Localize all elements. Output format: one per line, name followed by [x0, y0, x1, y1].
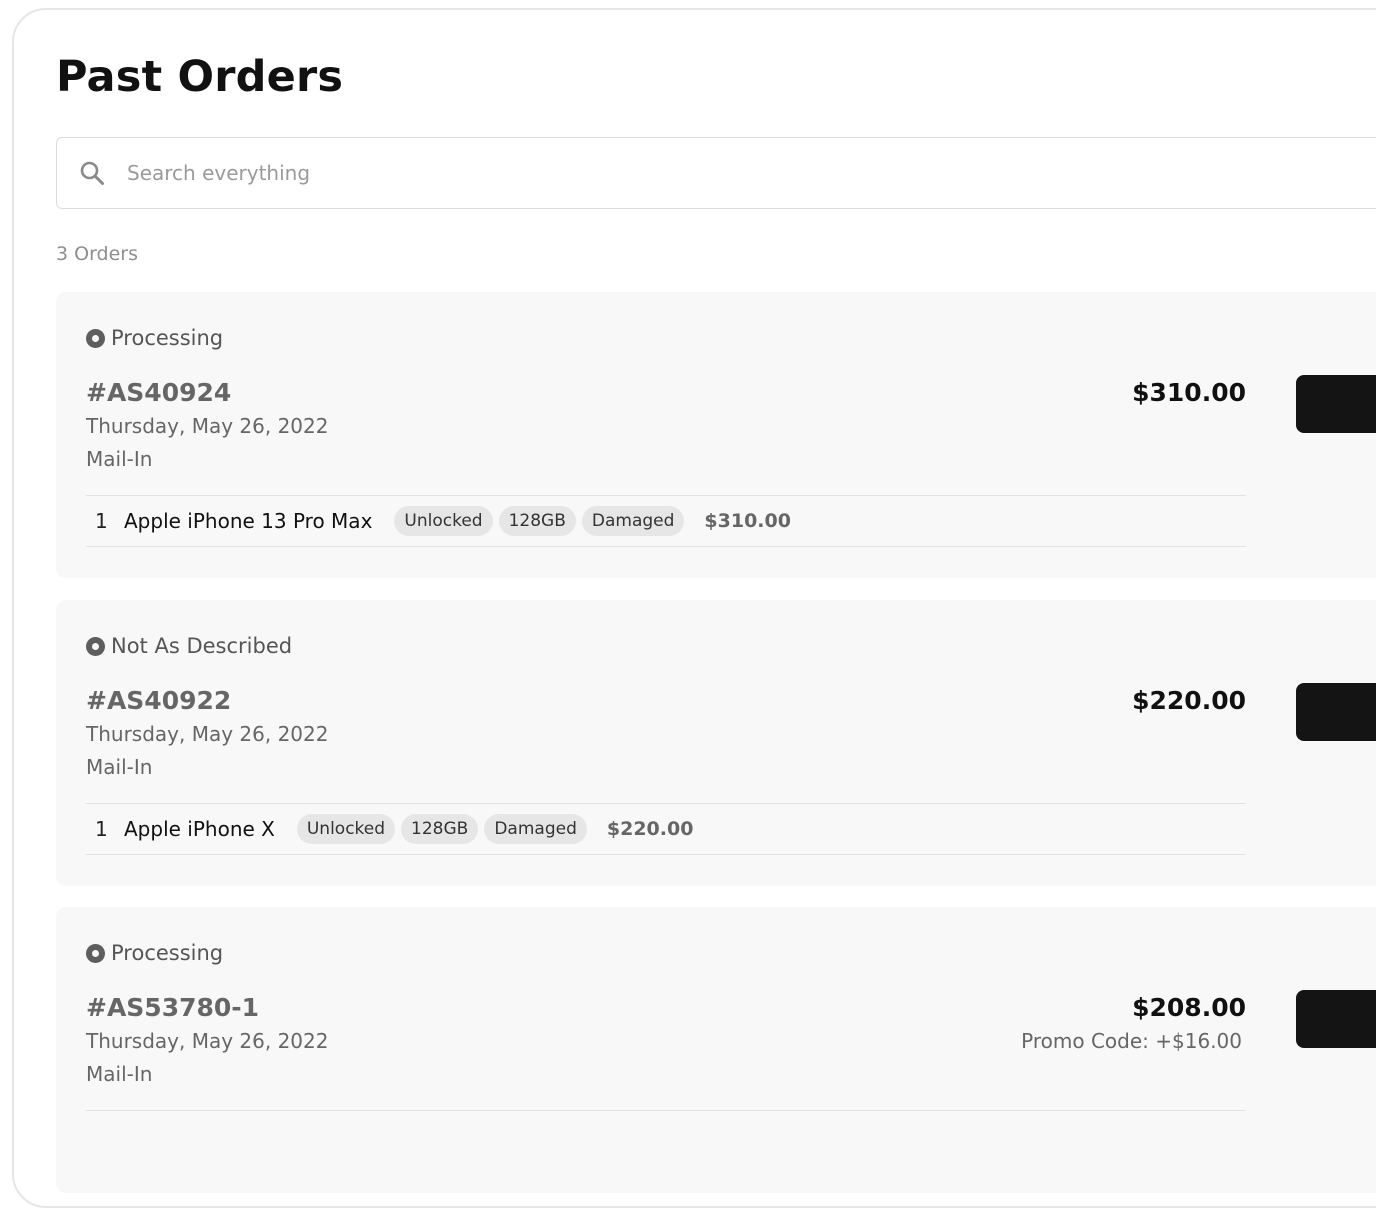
order-item-row: 1 Apple iPhone 13 Pro Max Unlocked 128GB… [86, 495, 1246, 547]
status-label: Processing [111, 941, 224, 965]
order-count: 3 Orders [56, 243, 139, 265]
order-total: $208.00 [1132, 993, 1246, 1022]
order-method: Mail-In [86, 755, 153, 779]
search-input[interactable] [127, 154, 1327, 192]
item-tag-condition: Damaged [484, 814, 587, 844]
order-id: #AS40924 [86, 378, 232, 407]
status-label: Processing [111, 326, 224, 350]
order-item-row: 1 Apple iPhone X Unlocked 128GB Damaged … [86, 803, 1246, 855]
order-item-row [86, 1110, 1246, 1162]
order-card: Not As Described #AS40922 Thursday, May … [56, 600, 1376, 886]
item-tag-storage: 128GB [498, 506, 576, 536]
item-tag-condition: Damaged [581, 506, 685, 536]
order-date: Thursday, May 26, 2022 [86, 722, 329, 746]
search-box[interactable] [56, 137, 1376, 209]
order-action-button[interactable] [1296, 375, 1376, 433]
item-tag-carrier: Unlocked [296, 814, 396, 844]
item-price: $220.00 [606, 818, 694, 840]
order-action-button[interactable] [1296, 683, 1376, 741]
order-card: Processing #AS40924 Thursday, May 26, 20… [56, 292, 1376, 578]
order-action-button[interactable] [1296, 990, 1376, 1048]
item-tag-carrier: Unlocked [394, 506, 493, 536]
order-id: #AS40922 [86, 686, 232, 715]
order-date: Thursday, May 26, 2022 [86, 414, 329, 438]
order-id: #AS53780-1 [86, 993, 260, 1022]
item-price: $310.00 [704, 510, 791, 532]
status-dot-icon [86, 328, 105, 348]
item-quantity: 1 [95, 509, 108, 533]
item-name: Apple iPhone X [124, 817, 275, 841]
order-date: Thursday, May 26, 2022 [86, 1029, 329, 1053]
status-label: Not As Described [111, 634, 293, 658]
status-dot-icon [86, 943, 105, 963]
item-tag-storage: 128GB [401, 814, 479, 844]
search-icon [80, 161, 104, 185]
order-total: $220.00 [1132, 686, 1246, 715]
order-total: $310.00 [1132, 378, 1246, 407]
status-dot-icon [86, 636, 105, 656]
promo-code: Promo Code: +$16.00 [1021, 1029, 1242, 1053]
item-name: Apple iPhone 13 Pro Max [124, 509, 373, 533]
item-quantity: 1 [95, 817, 108, 841]
order-card: Processing #AS53780-1 Thursday, May 26, … [56, 907, 1376, 1193]
status-badge: Processing [86, 941, 223, 965]
order-method: Mail-In [86, 1062, 153, 1086]
status-badge: Not As Described [86, 634, 292, 658]
order-method: Mail-In [86, 447, 153, 471]
page-title: Past Orders [56, 52, 344, 102]
status-badge: Processing [86, 326, 223, 350]
